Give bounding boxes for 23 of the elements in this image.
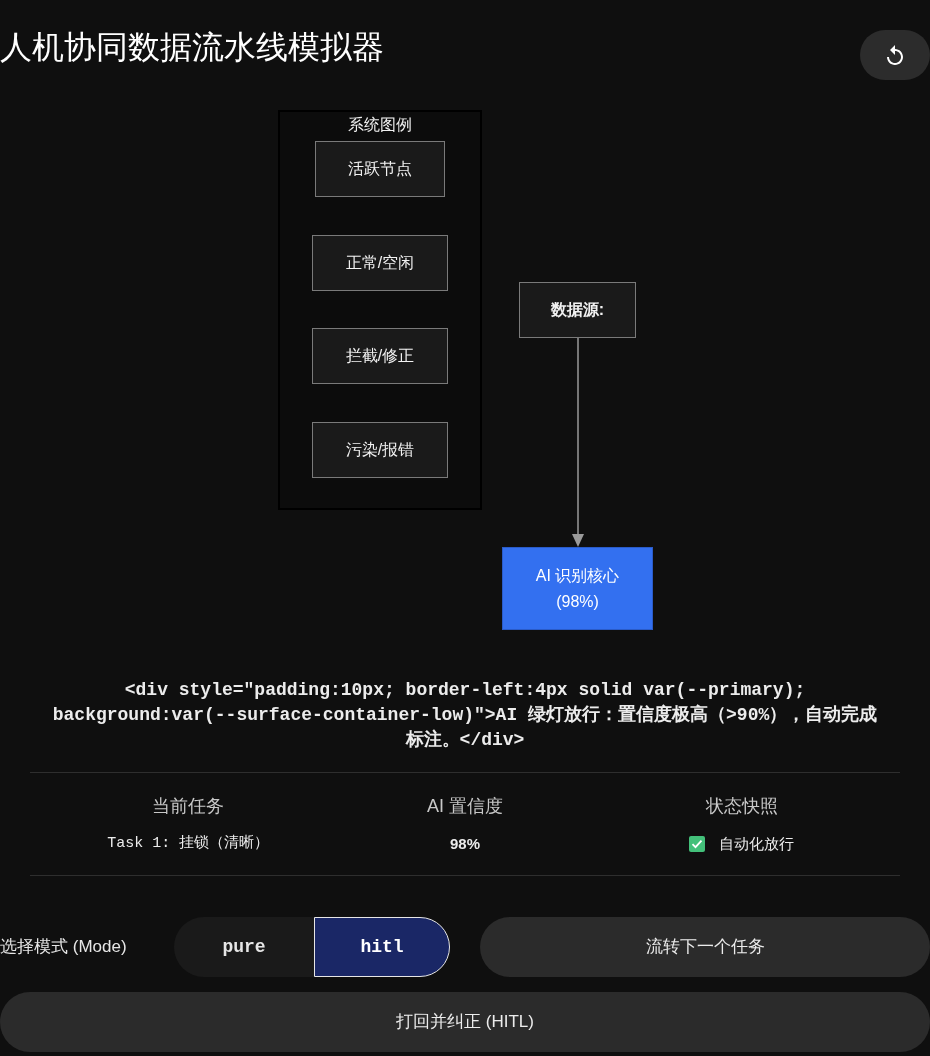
next-task-button[interactable]: 流转下一个任务 bbox=[480, 917, 930, 977]
legend-item: 拦截/修正 bbox=[312, 328, 448, 384]
stat-label: AI 置信度 bbox=[427, 795, 503, 818]
node-label: AI 识别核心 bbox=[535, 565, 620, 586]
stat-label: 状态快照 bbox=[705, 795, 778, 818]
mode-option[interactable]: pure bbox=[174, 917, 314, 977]
legend-item: 污染/报错 bbox=[312, 422, 448, 478]
status-message: <div style="padding:10px; border-left:4px solid var(--primary); background:var(--surface-container-low)">AI 绿灯放行：置信度极高（>90%），自动完成标注。</div> bbox=[51, 679, 879, 752]
stat-value: Task 1: 挂锁（清晰） bbox=[107, 833, 270, 854]
mode-label: 选择模式 (Mode) bbox=[0, 936, 128, 959]
legend-item: 正常/空闲 bbox=[312, 235, 448, 291]
legend-item: 活跃节点 bbox=[315, 141, 445, 197]
reset-button[interactable] bbox=[860, 30, 930, 80]
reject-correct-button[interactable]: 打回并纠正 (HITL) bbox=[0, 992, 930, 1052]
node-reading: (98%) bbox=[556, 591, 599, 612]
stat-label: 当前任务 bbox=[152, 795, 225, 818]
circular-arrow-icon bbox=[887, 45, 903, 65]
page-title: 人机协同数据流水线模拟器 bbox=[0, 28, 384, 67]
stat-value: 98% bbox=[449, 834, 480, 854]
node-label: 数据源: bbox=[550, 300, 605, 320]
stat-value: 自动化放行 bbox=[719, 834, 795, 854]
legend-title: 系统图例 bbox=[347, 115, 413, 135]
mode-option[interactable]: hitl bbox=[314, 917, 450, 977]
